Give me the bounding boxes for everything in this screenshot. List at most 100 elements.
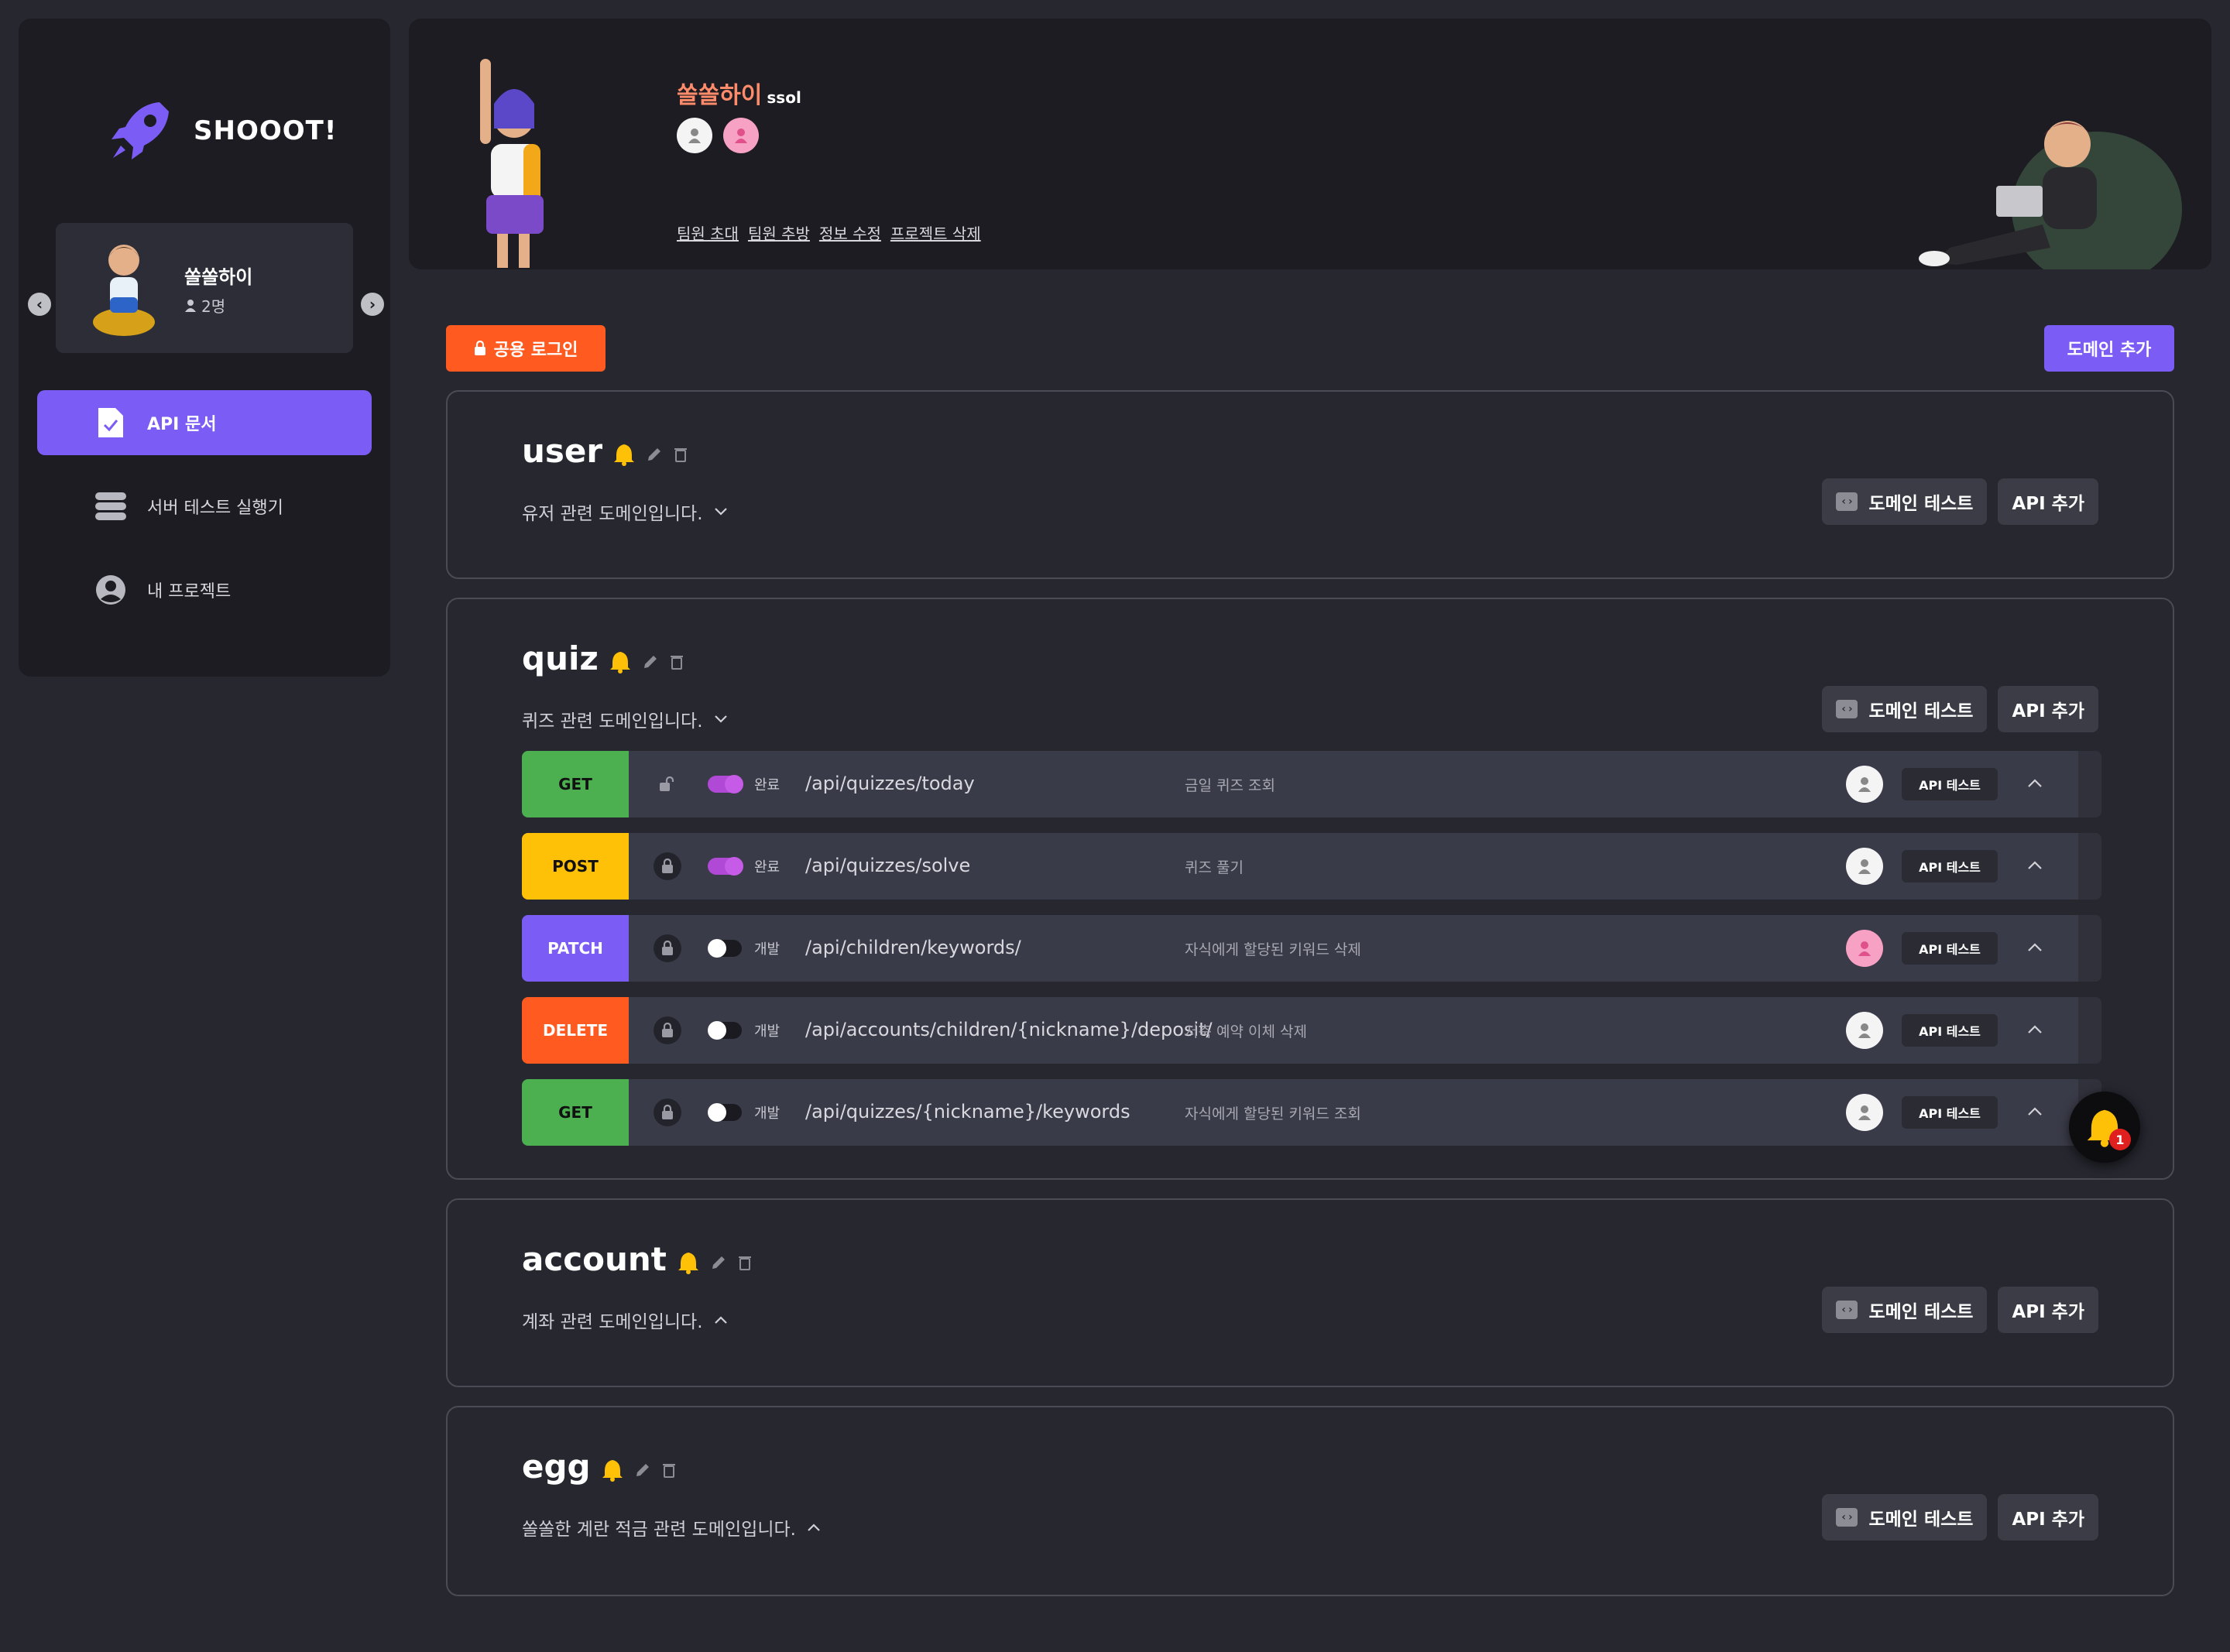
notification-count-badge: 1	[2109, 1129, 2131, 1150]
domain-description-text: 쏠쏠한 계란 적금 관련 도메인입니다.	[522, 1520, 796, 1540]
status-toggle[interactable]	[708, 857, 743, 876]
team-name: 쏠쏠하이	[677, 82, 763, 109]
chevron-up-icon[interactable]	[2019, 1014, 2050, 1045]
chevron-up-icon[interactable]	[2019, 932, 2050, 963]
bell-icon[interactable]	[609, 650, 631, 673]
next-project-button[interactable]: ›	[361, 293, 384, 316]
add-domain-button[interactable]: 도메인 추가	[2044, 325, 2174, 372]
unlock-icon[interactable]	[654, 770, 681, 798]
domain-test-button[interactable]: ‹› 도메인 테스트	[1822, 1287, 1988, 1333]
app-logo[interactable]: SHOOOT!	[105, 96, 337, 166]
lock-icon[interactable]	[654, 852, 681, 880]
pencil-icon[interactable]	[642, 653, 659, 670]
edit-info-link[interactable]: 정보 수정	[819, 221, 881, 244]
api-test-button[interactable]: API 테스트	[1902, 850, 1998, 883]
domain-description[interactable]: 퀴즈 관련 도메인입니다.	[522, 706, 728, 732]
person-icon	[688, 129, 701, 143]
row-handle	[2078, 751, 2101, 817]
api-row[interactable]: POST 완료 /api/quizzes/solve 퀴즈 풀기 API 테스트	[522, 833, 2101, 900]
domain-test-label: 도메인 테스트	[1868, 1510, 1974, 1530]
code-icon: ‹›	[1836, 1301, 1858, 1319]
chevron-down-icon	[714, 508, 727, 516]
api-row[interactable]: PATCH 개발 /api/children/keywords/ 자식에게 할당…	[522, 915, 2101, 982]
trash-icon[interactable]	[662, 1462, 676, 1479]
domain-description[interactable]: 쏠쏠한 계란 적금 관련 도메인입니다.	[522, 1514, 821, 1541]
api-row[interactable]: GET 개발 /api/quizzes/{nickname}/keywords …	[522, 1079, 2101, 1146]
domain-test-button[interactable]: ‹› 도메인 테스트	[1822, 686, 1988, 732]
bell-icon[interactable]	[602, 1458, 623, 1482]
delete-project-link[interactable]: 프로젝트 삭제	[890, 221, 981, 244]
lock-icon[interactable]	[654, 934, 681, 962]
app-name: SHOOOT!	[194, 115, 338, 146]
domain-test-button[interactable]: ‹› 도메인 테스트	[1822, 478, 1988, 525]
status-toggle[interactable]	[708, 939, 742, 958]
api-test-button[interactable]: API 테스트	[1902, 1014, 1998, 1047]
chevron-up-icon[interactable]	[2019, 1096, 2050, 1127]
invite-member-link[interactable]: 팀원 초대	[677, 221, 739, 244]
remove-member-link[interactable]: 팀원 추방	[748, 221, 810, 244]
row-handle	[2078, 997, 2101, 1064]
code-icon: ‹›	[1836, 700, 1858, 718]
status-toggle[interactable]	[708, 775, 743, 793]
sidebar-item-my-project[interactable]: 내 프로젝트	[37, 557, 372, 622]
bell-icon[interactable]	[678, 1251, 699, 1274]
notification-button[interactable]: 1	[2069, 1092, 2140, 1163]
pencil-icon[interactable]	[710, 1254, 727, 1271]
domain-test-button[interactable]: ‹› 도메인 테스트	[1822, 1494, 1988, 1541]
assignee-avatar[interactable]	[1846, 848, 1883, 885]
add-api-button[interactable]: API 추가	[1998, 478, 2098, 525]
chevron-up-icon[interactable]	[2019, 768, 2050, 799]
sidebar-item-api-docs[interactable]: API 문서	[37, 390, 372, 455]
chevron-up-icon[interactable]	[2019, 850, 2050, 881]
add-api-button[interactable]: API 추가	[1998, 1494, 2098, 1541]
api-row[interactable]: DELETE 개발 /api/accounts/children/{nickna…	[522, 997, 2101, 1064]
rocket-icon	[112, 102, 169, 159]
api-row[interactable]: GET 완료 /api/quizzes/today 금일 퀴즈 조회 API 테…	[522, 751, 2101, 817]
status-toggle[interactable]	[708, 1103, 742, 1122]
api-path: /api/children/keywords/	[805, 937, 1021, 958]
sidebar-item-label: 서버 테스트 실행기	[147, 499, 283, 518]
lock-icon[interactable]	[654, 1016, 681, 1044]
domain-description[interactable]: 유저 관련 도메인입니다.	[522, 499, 728, 525]
prev-project-button[interactable]: ‹	[28, 293, 51, 316]
method-badge: DELETE	[522, 997, 629, 1064]
domain-description[interactable]: 계좌 관련 도메인입니다.	[522, 1307, 728, 1333]
trash-icon[interactable]	[670, 653, 684, 670]
lock-icon[interactable]	[654, 1098, 681, 1126]
api-test-button[interactable]: API 테스트	[1902, 768, 1998, 800]
bell-icon[interactable]	[613, 443, 635, 466]
member-list	[677, 118, 759, 153]
server-icon	[94, 490, 127, 523]
member-avatar[interactable]	[677, 118, 712, 153]
team-id: ssol	[767, 88, 801, 107]
assignee-avatar[interactable]	[1846, 1012, 1883, 1049]
method-badge: GET	[522, 751, 629, 817]
status-toggle[interactable]	[708, 1021, 742, 1040]
assignee-avatar[interactable]	[1846, 1094, 1883, 1131]
member-avatar[interactable]	[723, 118, 759, 153]
method-badge: PATCH	[522, 915, 629, 982]
domain-name: egg	[522, 1448, 591, 1486]
sidebar-item-server-test[interactable]: 서버 테스트 실행기	[37, 474, 372, 539]
domain-description-text: 계좌 관련 도메인입니다.	[522, 1312, 703, 1332]
shared-login-button[interactable]: 공용 로그인	[446, 325, 606, 372]
pencil-icon[interactable]	[646, 446, 663, 463]
api-test-button[interactable]: API 테스트	[1902, 1096, 1998, 1129]
member-count-label: 2명	[201, 297, 226, 316]
add-api-button[interactable]: API 추가	[1998, 686, 2098, 732]
assignee-avatar[interactable]	[1846, 930, 1883, 967]
add-api-label: API 추가	[2012, 494, 2084, 514]
add-api-button[interactable]: API 추가	[1998, 1287, 2098, 1333]
pencil-icon[interactable]	[634, 1462, 651, 1479]
trash-icon[interactable]	[674, 446, 688, 463]
sidebar-item-label: API 문서	[147, 415, 217, 434]
project-member-count: 2명	[184, 294, 225, 317]
project-card[interactable]: 쏠쏠하이 2명	[56, 223, 353, 353]
person-icon	[1858, 859, 1871, 874]
status-label: 개발	[754, 1105, 780, 1122]
character-illustration-right	[1919, 121, 2182, 269]
api-test-button[interactable]: API 테스트	[1902, 932, 1998, 965]
assignee-avatar[interactable]	[1846, 766, 1883, 803]
add-api-label: API 추가	[2012, 701, 2084, 721]
trash-icon[interactable]	[738, 1254, 752, 1271]
